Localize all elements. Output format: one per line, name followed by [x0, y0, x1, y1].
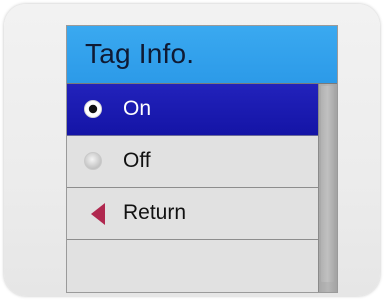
back-arrow-icon	[91, 203, 105, 225]
menu-item-label: Off	[123, 149, 151, 172]
menu-list: On Off Return	[67, 84, 318, 292]
scrollbar-thumb[interactable]	[321, 86, 334, 282]
menu-empty-row	[67, 240, 318, 292]
menu-item-label: Return	[123, 201, 187, 224]
radio-selected-icon	[84, 100, 102, 118]
menu-title: Tag Info.	[85, 38, 195, 69]
device-frame: Tag Info. On Off Return	[4, 4, 380, 296]
scrollbar[interactable]	[318, 84, 337, 292]
title-bar: Tag Info.	[67, 26, 337, 84]
menu-item-return[interactable]: Return	[67, 188, 318, 240]
menu-item-on[interactable]: On	[67, 84, 318, 136]
menu-screen: Tag Info. On Off Return	[66, 25, 338, 293]
radio-unselected-icon	[84, 152, 102, 170]
menu-item-label: On	[123, 97, 152, 120]
menu-item-off[interactable]: Off	[67, 136, 318, 188]
